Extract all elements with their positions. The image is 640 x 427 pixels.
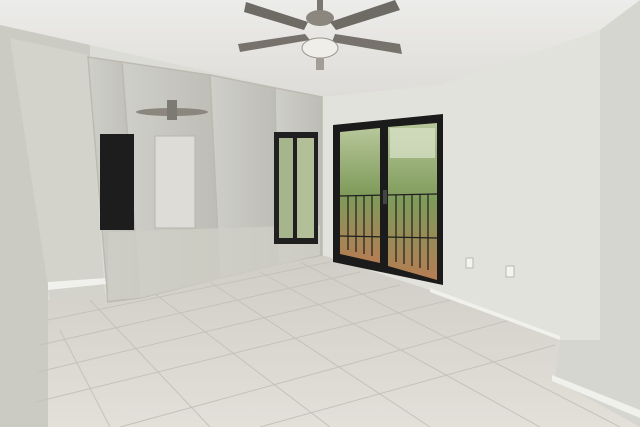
reflected-door (154, 135, 196, 229)
electrical-outlet (505, 265, 515, 278)
fan-motor (306, 10, 334, 26)
reflected-glass-pane (279, 138, 293, 238)
door-handle (383, 190, 387, 204)
fan-pull-chain (316, 58, 324, 70)
room-photo (0, 0, 640, 427)
fan-light (301, 37, 339, 59)
electrical-outlet (465, 257, 474, 269)
sliding-glass-door (333, 114, 443, 285)
outdoor-sky (390, 128, 435, 158)
reflected-glass-pane-2 (297, 138, 314, 238)
reflected-doorway (100, 134, 134, 230)
